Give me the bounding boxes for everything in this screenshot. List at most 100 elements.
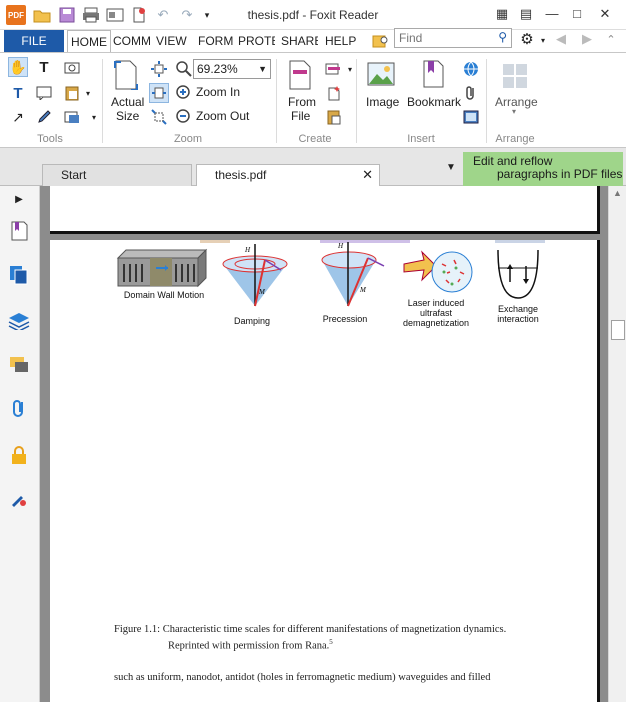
actual-size-label-1[interactable]: Actual [111,95,144,109]
tab-comment[interactable]: COMM [110,30,150,52]
zoom-out-button[interactable]: Zoom Out [196,109,249,123]
scrollbar-thumb[interactable] [611,320,625,340]
tab-file[interactable]: FILE [4,30,64,52]
tools-group-label: Tools [37,133,63,145]
select-text-icon[interactable]: T [34,57,54,77]
image-button[interactable]: Image [366,95,399,109]
svg-text:M: M [359,286,367,294]
tab-list-dropdown-icon[interactable]: ▼ [446,162,456,173]
domain-wall-motion-image [116,248,208,288]
previous-view-icon[interactable]: ◀ [552,30,570,48]
tab-protect[interactable]: PROTE [235,30,275,52]
bookmark-icon[interactable] [418,59,448,89]
create-dropdown-icon[interactable]: ▾ [340,59,360,79]
attachment-icon[interactable] [461,83,481,103]
damping-label: Damping [233,316,271,326]
vertical-scrollbar[interactable]: ▲ [608,186,626,702]
tab-form[interactable]: FORM [195,30,236,52]
collapse-ribbon-icon[interactable]: ⌃ [602,30,620,48]
laser-demagnetization-diagram [403,250,473,293]
from-file-label-1[interactable]: From [288,95,316,109]
pdf-page-previous [50,186,600,234]
tab-share[interactable]: SHARE [278,30,318,52]
hand-tool-icon[interactable]: ✋ [8,57,28,77]
expand-panel-icon[interactable]: ▶ [8,188,30,210]
tab-document[interactable]: thesis.pdf ✕ [196,164,380,186]
bookmark-button[interactable]: Bookmark [407,95,461,109]
next-view-icon[interactable]: ▶ [578,30,596,48]
search-box: ⚲ [394,28,512,48]
image-icon[interactable] [366,59,396,89]
settings-dropdown-icon[interactable]: ▾ [534,31,552,49]
clipboard-dropdown-icon[interactable]: ▾ [78,83,98,103]
zoom-magnifier-icon[interactable] [174,59,194,79]
pdf-from-file-icon[interactable] [286,59,314,91]
restore-layout-icon[interactable]: ▦ [491,5,513,23]
pdf-page: Domain Wall Motion H M Damping H M Prece… [50,240,600,702]
precession-diagram: H M [321,242,385,307]
ribbon-toggle-icon[interactable]: ▤ [515,5,537,23]
signatures-panel-icon[interactable] [8,488,30,510]
arrange-dropdown-icon[interactable]: ▾ [512,107,516,116]
select-annotation-icon[interactable]: ↗ [8,107,28,127]
ribbon-separator [356,59,357,143]
reflow-promo-banner[interactable]: Edit and reflow paragraphs in PDF files [463,152,623,186]
comments-panel-icon[interactable] [8,354,30,376]
laser-label-2: ultrafast [419,308,452,318]
attachments-panel-icon[interactable] [8,398,30,420]
highlight-pen-icon[interactable] [34,107,54,127]
close-button[interactable]: ✕ [594,5,616,23]
exchange-label-1: Exchange [497,304,539,314]
find-settings-icon[interactable] [372,32,390,50]
zoom-in-button[interactable]: Zoom In [196,85,240,99]
fit-page-icon[interactable] [149,59,169,79]
zoom-out-icon[interactable] [174,107,194,127]
figure-caption-line-2: Reprinted with permission from Rana.5 [168,638,333,652]
damping-diagram: H M [222,244,288,307]
video-audio-icon[interactable] [461,107,481,127]
fit-width-icon[interactable] [149,83,169,103]
scroll-up-icon[interactable]: ▲ [613,188,622,198]
svg-text:H: H [337,242,344,250]
tab-view[interactable]: VIEW [153,30,190,52]
tab-start-label: Start [61,168,87,182]
exchange-interaction-diagram [497,249,539,299]
pages-panel-icon[interactable] [8,264,30,286]
zoom-level-select[interactable]: 69.23% ▼ [193,59,271,79]
tab-help[interactable]: HELP [322,30,359,52]
link-tool-icon[interactable] [62,107,82,127]
search-icon[interactable]: ⚲ [498,30,507,44]
figure-caption-reference: 5 [329,638,333,646]
note-icon[interactable] [34,83,54,103]
tab-start[interactable]: Start [42,164,192,186]
arrange-button[interactable]: Arrange [495,95,538,109]
svg-text:M: M [258,288,266,296]
actual-size-icon[interactable] [112,59,140,91]
security-lock-icon[interactable] [8,444,30,466]
figure-strip [495,240,545,243]
close-tab-icon[interactable]: ✕ [362,165,373,185]
search-input[interactable] [395,29,491,47]
tab-home[interactable]: HOME [67,30,111,53]
arrange-group-label: Arrange [495,133,535,145]
domain-wall-motion-label: Domain Wall Motion [123,290,205,300]
maximize-button[interactable]: □ [566,5,588,23]
body-text-line: such as uniform, nanodot, antidot (holes… [114,672,491,683]
typewriter-icon[interactable]: T [8,83,28,103]
snapshot-icon[interactable] [62,57,82,77]
ribbon-separator [276,59,277,143]
blank-page-icon[interactable] [324,83,344,103]
web-link-icon[interactable] [461,59,481,79]
link-tool-dropdown-icon[interactable]: ▾ [84,107,104,127]
document-viewer[interactable]: Domain Wall Motion H M Damping H M Prece… [40,186,608,702]
layers-panel-icon[interactable] [8,310,30,332]
fit-visible-icon[interactable] [149,107,169,127]
arrange-icon[interactable] [500,61,530,91]
actual-size-label-2[interactable]: Size [116,109,139,123]
bookmarks-panel-icon[interactable] [8,220,30,242]
from-clipboard-icon[interactable] [324,107,344,127]
from-file-label-2[interactable]: File [291,109,310,123]
zoom-in-icon[interactable] [174,83,194,103]
precession-label: Precession [322,314,368,324]
minimize-button[interactable]: — [541,5,563,23]
